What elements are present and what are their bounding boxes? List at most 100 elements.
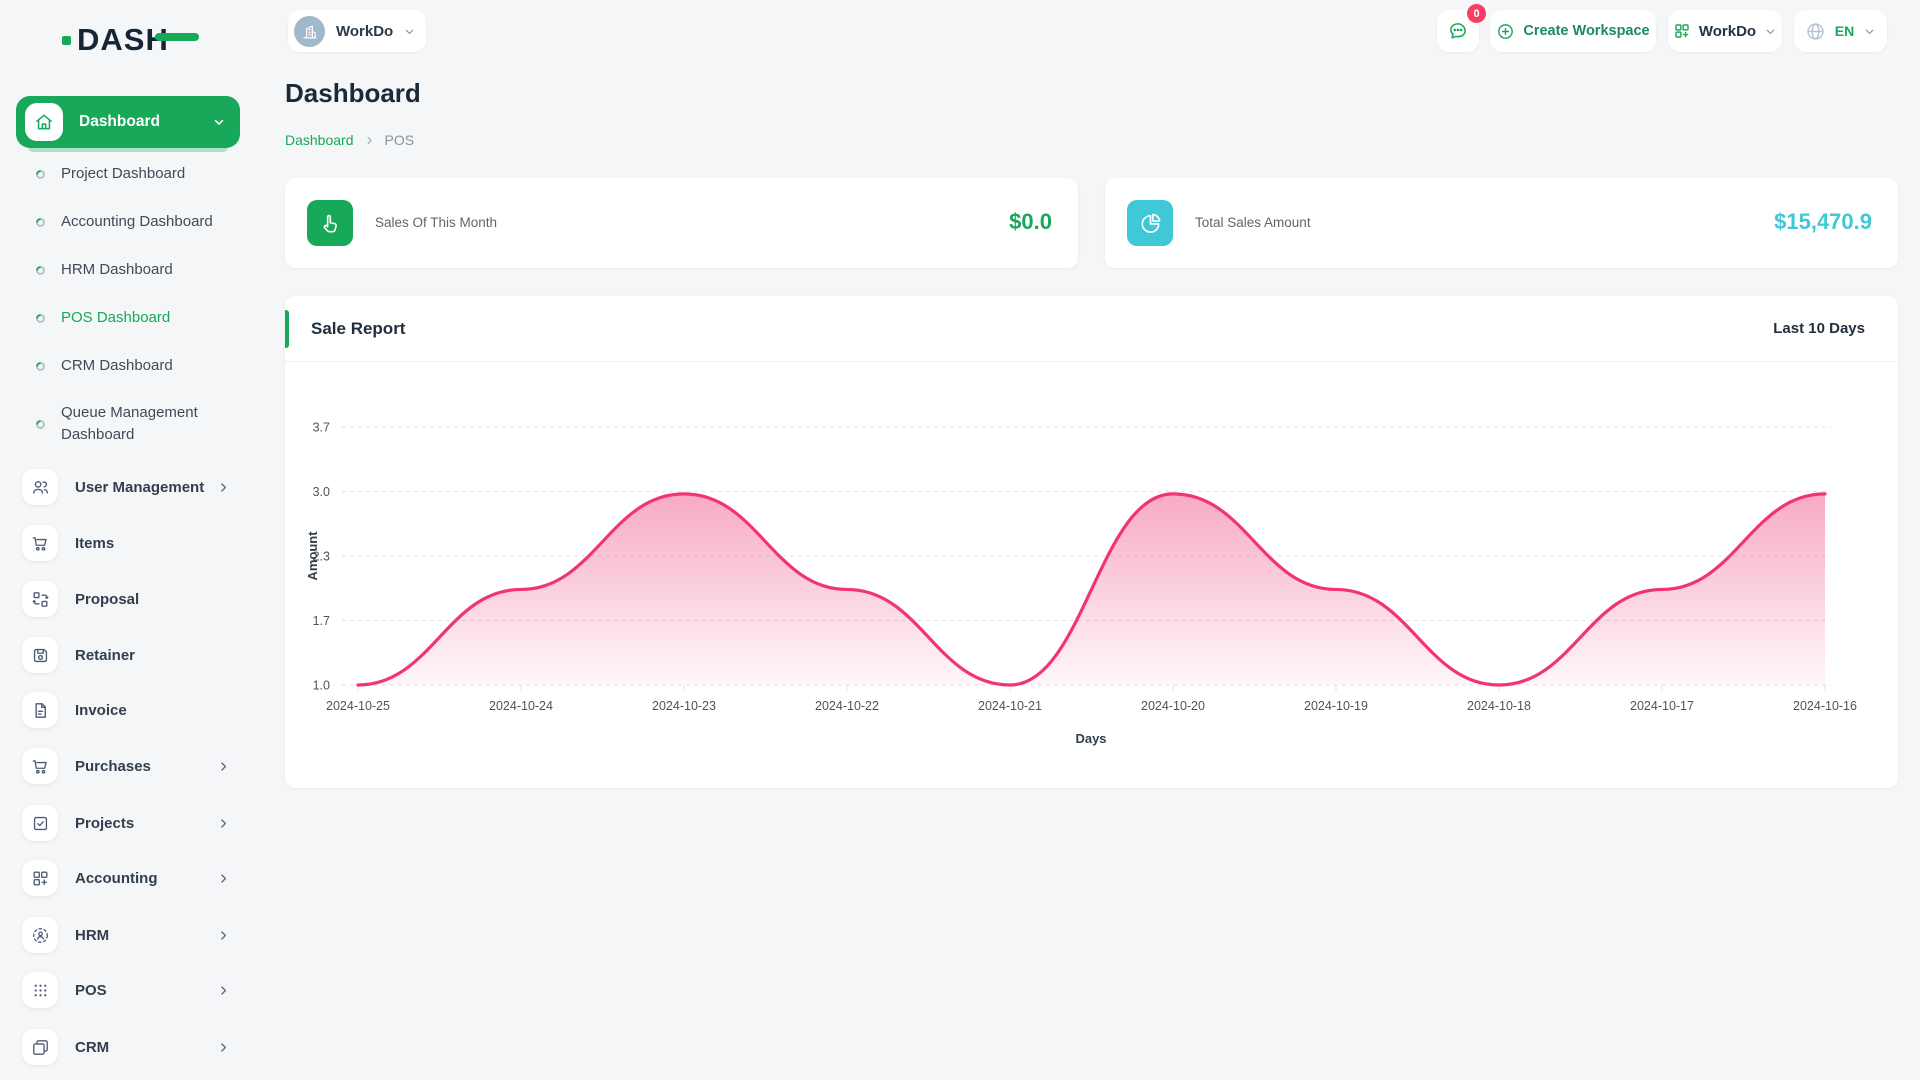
- svg-text:2024-10-23: 2024-10-23: [652, 699, 716, 713]
- sidebar-item-label: Purchases: [75, 757, 151, 775]
- sidebar-item-retainer[interactable]: Retainer: [0, 633, 256, 677]
- chat-bubble-icon: [1450, 23, 1466, 39]
- stat-card-total-sales: Total Sales Amount $15,470.9: [1105, 178, 1898, 268]
- sidebar-subitem-label: Project Dashboard: [61, 165, 186, 183]
- grid-plus-icon: [22, 860, 58, 896]
- stat-card-sales-of-month: Sales Of This Month $0.0: [285, 178, 1078, 268]
- sidebar-item-hrm[interactable]: HRM: [0, 913, 256, 957]
- sidebar-item-hrm-dashboard[interactable]: HRM Dashboard: [0, 248, 256, 292]
- chevron-down-icon: [1764, 25, 1777, 38]
- sidebar-item-label: Proposal: [75, 590, 140, 608]
- chevron-right-icon: [217, 817, 230, 830]
- svg-text:3.0: 3.0: [313, 485, 330, 499]
- save-floppy-icon: [22, 637, 58, 673]
- sidebar-item-dashboard[interactable]: Dashboard: [16, 96, 240, 152]
- workspace-avatar: [294, 15, 325, 47]
- chevron-down-icon: [212, 115, 226, 129]
- sidebar-item-label: Dashboard: [79, 113, 160, 130]
- sidebar-item-user-management[interactable]: User Management: [0, 465, 256, 509]
- sidebar-item-pos-dashboard[interactable]: POS Dashboard: [0, 296, 256, 340]
- sidebar-item-label: POS: [75, 981, 107, 999]
- sidebar-subitem-label: Queue Management Dashboard: [61, 404, 198, 443]
- workspace-selector[interactable]: WorkDo: [288, 10, 426, 52]
- language-label: EN: [1834, 23, 1855, 39]
- plus-circle-icon: [1498, 23, 1514, 39]
- sidebar-item-label: Retainer: [75, 646, 136, 664]
- chart-range-label: Last 10 Days: [1773, 320, 1865, 337]
- sidebar-item-label: User Management: [75, 478, 205, 496]
- breadcrumb-current: POS: [384, 132, 415, 148]
- dots-grid-icon: [22, 972, 58, 1008]
- sidebar-item-crm-dashboard[interactable]: CRM Dashboard: [0, 344, 256, 388]
- chevron-right-icon: [364, 135, 375, 146]
- svg-text:2024-10-22: 2024-10-22: [815, 699, 879, 713]
- chevron-down-icon: [403, 25, 416, 38]
- sidebar-item-label: Projects: [75, 814, 135, 832]
- sidebar-item-accounting[interactable]: Accounting: [0, 856, 256, 900]
- chart-title: Sale Report: [311, 319, 406, 338]
- stat-label: Sales Of This Month: [375, 215, 498, 230]
- sidebar-item-items[interactable]: Items: [0, 521, 256, 565]
- sidebar-item-crm[interactable]: CRM: [0, 1025, 256, 1069]
- person-dashed-circle-icon: [22, 917, 58, 953]
- sidebar-item-proposal[interactable]: Proposal: [0, 577, 256, 621]
- svg-text:2024-10-20: 2024-10-20: [1141, 699, 1205, 713]
- svg-text:2024-10-24: 2024-10-24: [489, 699, 553, 713]
- bullet-ring-icon: [34, 311, 47, 325]
- svg-text:2024-10-25: 2024-10-25: [326, 699, 390, 713]
- sidebar-subitem-label: POS Dashboard: [61, 309, 171, 327]
- bullet-ring-icon: [34, 215, 47, 229]
- breadcrumb: Dashboard POS: [285, 132, 414, 148]
- language-selector[interactable]: EN: [1794, 10, 1887, 52]
- breadcrumb-dashboard-link[interactable]: Dashboard: [285, 132, 354, 148]
- sidebar-item-invoice[interactable]: Invoice: [0, 688, 256, 732]
- sale-report-card: Sale Report Last 10 Days 1.0 1.7 2.3 3.0 3.7…: [285, 296, 1898, 788]
- overlap-squares-icon: [22, 1029, 58, 1065]
- sidebar-item-label: Invoice: [75, 701, 127, 719]
- sidebar: DASH Dashboard Project Dashboard Account…: [0, 0, 256, 1080]
- document-icon: [22, 692, 58, 728]
- y-axis-title: Amount: [305, 531, 320, 581]
- sidebar-item-accounting-dashboard[interactable]: Accounting Dashboard: [0, 200, 256, 244]
- stat-label: Total Sales Amount: [1195, 215, 1311, 230]
- chevron-right-icon: [217, 1041, 230, 1054]
- chevron-down-icon: [1863, 25, 1876, 38]
- sidebar-subitem-label: CRM Dashboard: [61, 357, 173, 375]
- messages-button[interactable]: 0: [1437, 4, 1486, 52]
- stat-value: $0.0: [1009, 209, 1052, 234]
- bullet-ring-icon: [34, 359, 47, 373]
- x-axis-title: Days: [1075, 731, 1106, 746]
- sidebar-item-label: Accounting: [75, 869, 158, 887]
- sidebar-item-label: CRM: [75, 1038, 110, 1056]
- app-logo[interactable]: DASH: [62, 22, 199, 58]
- check-square-icon: [22, 805, 58, 841]
- svg-text:1.0: 1.0: [313, 679, 330, 693]
- pie-chart-icon: [1127, 200, 1173, 246]
- svg-text:2024-10-17: 2024-10-17: [1630, 699, 1694, 713]
- page-title: Dashboard: [285, 78, 421, 108]
- cart-icon: [22, 525, 58, 561]
- sidebar-item-purchases[interactable]: Purchases: [0, 744, 256, 788]
- create-workspace-label: Create Workspace: [1523, 23, 1650, 39]
- grid-plus-icon: [1675, 24, 1689, 38]
- create-workspace-button[interactable]: Create Workspace: [1490, 10, 1656, 52]
- sidebar-item-label: HRM: [75, 926, 110, 944]
- workdo-menu-label: WorkDo: [1698, 22, 1757, 40]
- svg-text:2024-10-21: 2024-10-21: [978, 699, 1042, 713]
- sidebar-item-queue-management-dashboard[interactable]: Queue Management Dashboard: [0, 392, 256, 456]
- sidebar-subitem-label: Accounting Dashboard: [61, 213, 213, 231]
- chevron-right-icon: [217, 984, 230, 997]
- svg-text:2024-10-19: 2024-10-19: [1304, 699, 1368, 713]
- sidebar-item-project-dashboard[interactable]: Project Dashboard: [0, 152, 256, 196]
- home-icon: [25, 103, 63, 141]
- stat-value: $15,470.9: [1774, 209, 1872, 234]
- bullet-ring-icon: [34, 417, 47, 431]
- chart-header: Sale Report Last 10 Days: [285, 296, 1898, 362]
- chevron-right-icon: [217, 760, 230, 773]
- swap-boxes-icon: [22, 581, 58, 617]
- workdo-menu[interactable]: WorkDo: [1668, 10, 1782, 52]
- sidebar-item-pos[interactable]: POS: [0, 968, 256, 1012]
- chevron-right-icon: [217, 872, 230, 885]
- sidebar-item-projects[interactable]: Projects: [0, 801, 256, 845]
- svg-text:2024-10-18: 2024-10-18: [1467, 699, 1531, 713]
